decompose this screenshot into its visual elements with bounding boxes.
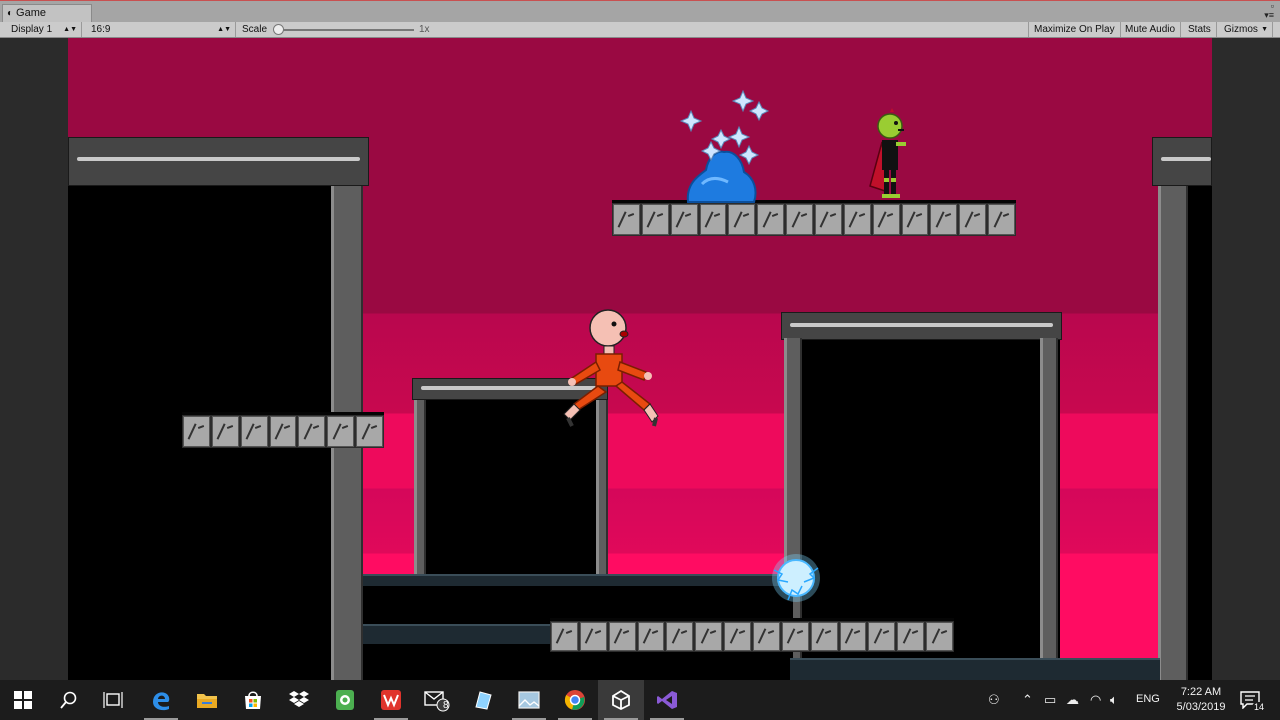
taskbar-app-edge[interactable]: [138, 680, 184, 720]
editor-tab-bar: ◐ Game ▫ ▾≡: [0, 0, 1280, 23]
battery-icon[interactable]: ▭: [1044, 692, 1056, 708]
onedrive-cloud-icon[interactable]: ☁: [1066, 692, 1079, 708]
scale-label: Scale: [242, 24, 268, 35]
pipe-upper: [363, 574, 793, 586]
taskbar-app-store[interactable]: [230, 680, 276, 720]
notification-count-badge: 14: [1252, 702, 1267, 712]
scale-value: 1x: [419, 24, 430, 35]
dropdown-arrow-icon: ▲▼: [63, 26, 77, 33]
scale-slider-track[interactable]: [280, 29, 414, 31]
pipe-right: [790, 658, 1160, 680]
stone-platform-bottom: [550, 618, 954, 652]
start-button[interactable]: [0, 680, 46, 720]
stone-platform-top: [612, 200, 1016, 236]
mid-building-pillar-left: [414, 400, 426, 580]
mute-audio-toggle[interactable]: Mute Audio: [1120, 22, 1182, 37]
file-explorer-icon: [197, 694, 217, 708]
stats-toggle[interactable]: Stats: [1183, 22, 1217, 37]
game-scene: [68, 38, 1212, 680]
taskbar-app-visual-studio[interactable]: [644, 680, 690, 720]
clock-time: 7:22 AM: [1180, 686, 1222, 698]
wifi-icon[interactable]: ◠: [1090, 692, 1101, 708]
dropbox-icon: [289, 691, 309, 707]
evernote-icon: [336, 690, 354, 710]
windows-taskbar: 8 ⚇ ⌃ ▭ ☁ ◠ 🔈︎ ENG 7:22 AM 5/03/2019 14: [0, 680, 1280, 720]
windows-start-icon: [14, 691, 32, 709]
tab-menu-icon[interactable]: ▫ ▾≡: [1264, 2, 1274, 20]
far-right-building-pillar: [1158, 186, 1188, 680]
taskbar-app-unity[interactable]: [598, 680, 644, 720]
far-right-building-roof: [1152, 137, 1212, 186]
dropdown-arrow-icon: ▲▼: [217, 26, 231, 33]
taskbar-app-photos[interactable]: [506, 680, 552, 720]
display-dropdown[interactable]: Display 1 ▲▼: [6, 22, 82, 37]
task-view-button[interactable]: [90, 680, 136, 720]
wps-office-icon: [381, 690, 401, 710]
search-button[interactable]: [46, 680, 92, 720]
game-tab-label: Game: [16, 7, 47, 19]
taskbar-app-evernote[interactable]: [322, 680, 368, 720]
unity-icon: [612, 689, 630, 711]
maximize-on-play-toggle[interactable]: Maximize On Play: [1028, 22, 1121, 37]
gizmos-dropdown[interactable]: Gizmos ▼: [1219, 22, 1273, 37]
game-toolbar: Display 1 ▲▼ 16:9 ▲▼ Scale 1x Maximize O…: [0, 22, 1280, 38]
game-tab[interactable]: ◐ Game: [2, 4, 92, 23]
action-center-button[interactable]: 14: [1238, 688, 1268, 714]
aspect-dropdown[interactable]: 16:9 ▲▼: [86, 22, 236, 37]
taskbar-app-notepad[interactable]: [460, 680, 506, 720]
game-viewport[interactable]: [0, 38, 1280, 680]
task-view-icon: [103, 692, 123, 708]
people-icon[interactable]: ⚇: [988, 692, 1000, 708]
taskbar-app-dropbox[interactable]: [276, 680, 322, 720]
taskbar-app-mail[interactable]: 8: [414, 680, 460, 720]
mail-badge: 8: [443, 700, 449, 711]
clock-date: 5/03/2019: [1176, 701, 1226, 713]
notepad-app-icon: [475, 691, 492, 710]
edge-icon: [153, 692, 170, 711]
dropdown-arrow-icon: ▼: [1261, 26, 1268, 33]
taskbar-app-file-explorer[interactable]: [184, 680, 230, 720]
taskbar-app-wps-office[interactable]: [368, 680, 414, 720]
left-building-roof: [68, 137, 369, 186]
search-icon: [60, 691, 77, 709]
volume-icon[interactable]: 🔈︎: [1110, 692, 1118, 708]
right-building-roof: [781, 312, 1062, 340]
right-building-pillar-right: [1040, 338, 1058, 680]
pipe-lower: [363, 624, 553, 644]
visual-studio-icon: [657, 691, 677, 709]
chevron-up-icon[interactable]: ⌃: [1022, 692, 1033, 708]
photos-icon: [518, 691, 540, 709]
taskbar-app-chrome[interactable]: [552, 680, 598, 720]
display-dropdown-value: Display 1: [11, 24, 53, 35]
electric-blue-orb-sprite: [772, 554, 820, 602]
game-view-icon: ◐: [7, 8, 14, 19]
blue-slime-sparkles-sprite: [679, 89, 770, 203]
store-icon: [245, 691, 261, 709]
bald-orange-runner-sprite: [563, 309, 659, 427]
scale-slider-thumb[interactable]: [273, 24, 284, 35]
gizmos-label: Gizmos: [1224, 24, 1258, 35]
clock[interactable]: 7:22 AM 5/03/2019: [1170, 685, 1232, 715]
chrome-icon: [564, 690, 585, 710]
stone-platform-left: [182, 412, 384, 448]
input-language-indicator[interactable]: ENG: [1136, 693, 1160, 705]
aspect-dropdown-value: 16:9: [91, 24, 111, 35]
green-headed-caped-goblin-sprite: [869, 108, 906, 198]
